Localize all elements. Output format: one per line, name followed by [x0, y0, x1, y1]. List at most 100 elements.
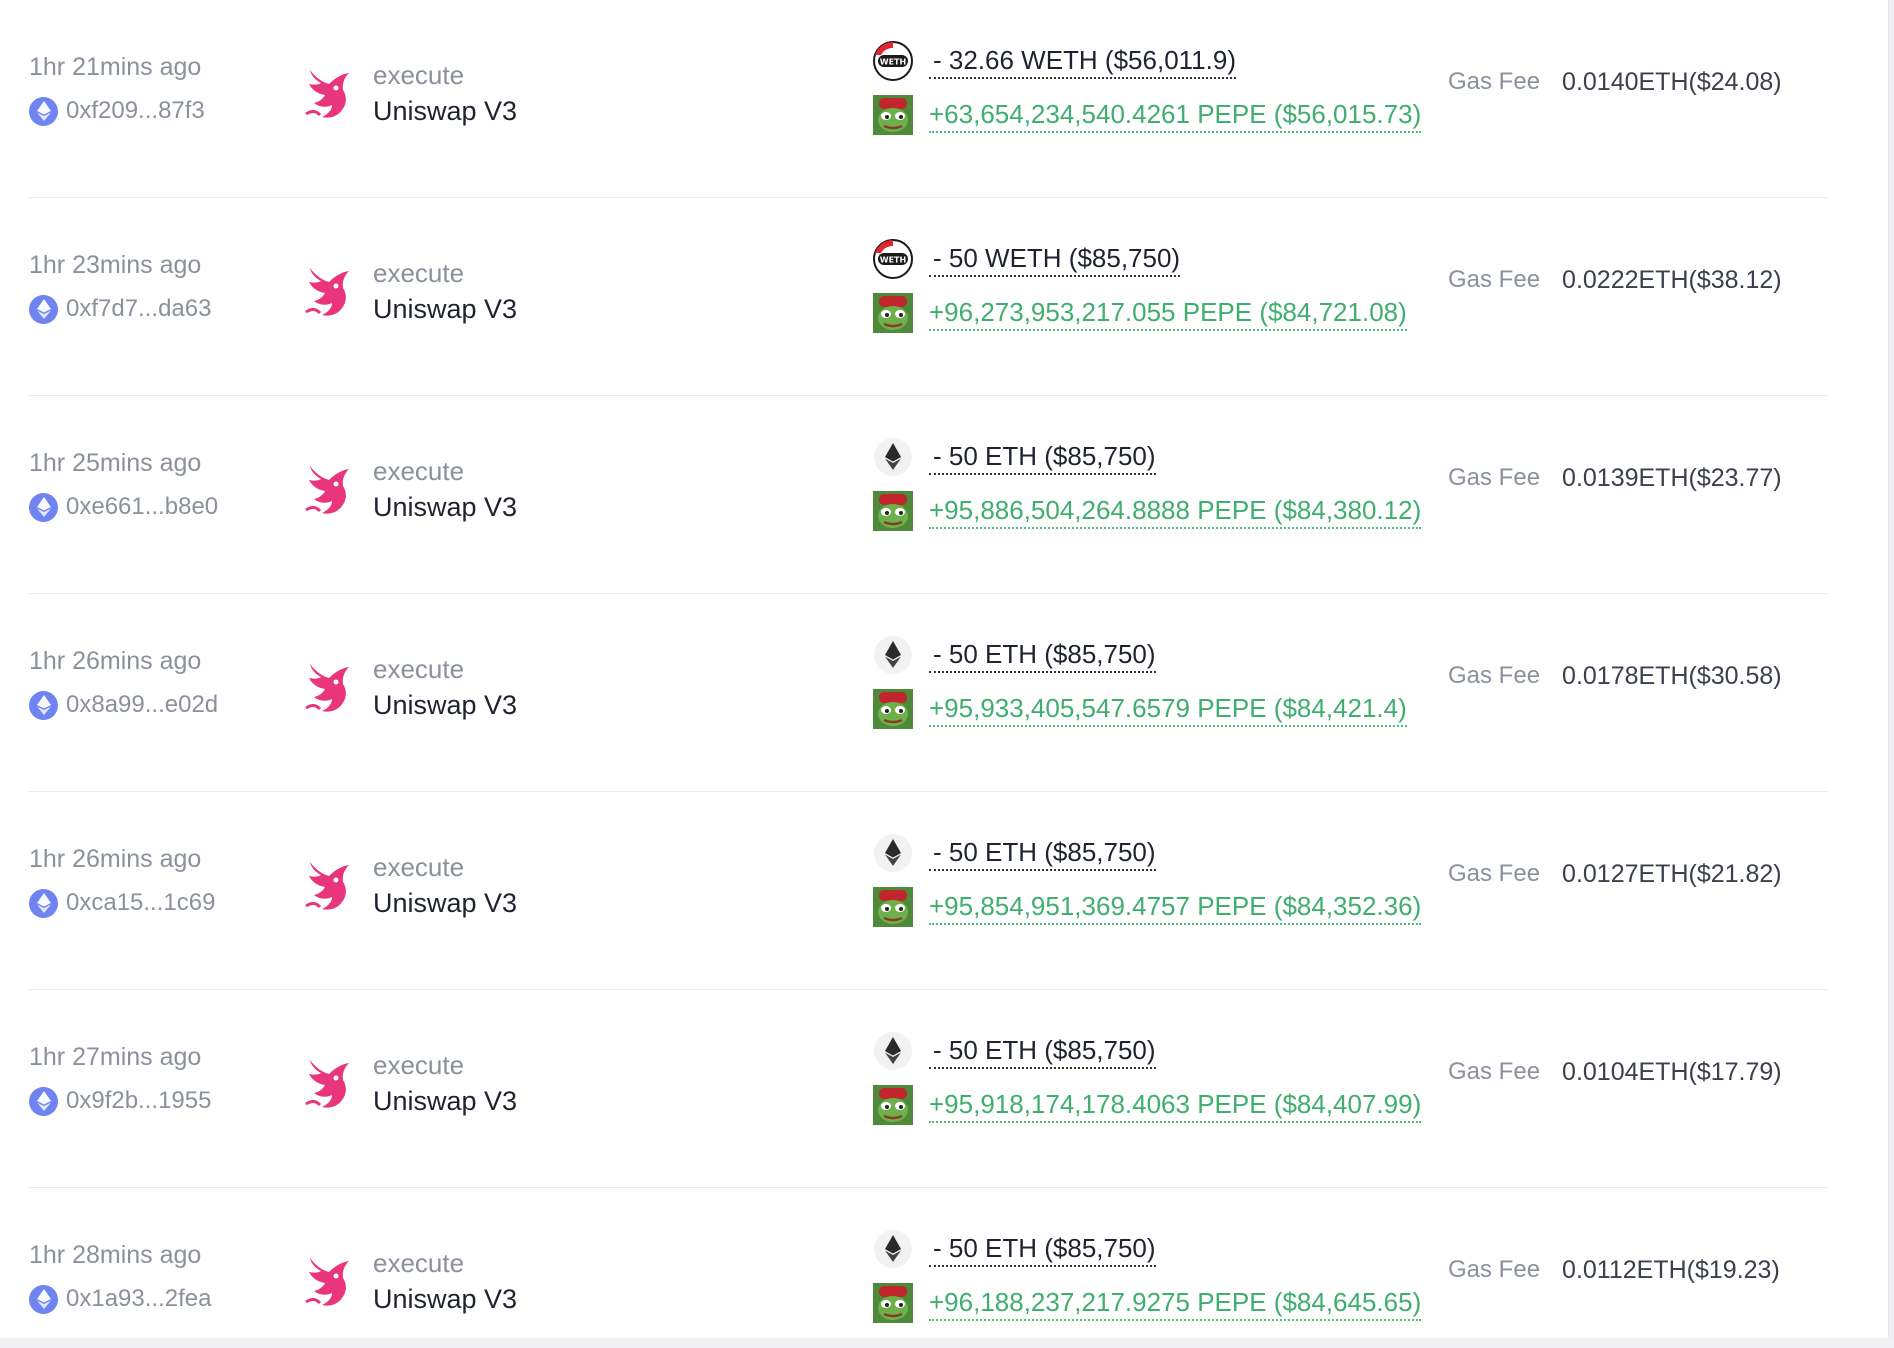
tx-hash-link[interactable]: 0xca15...1c69 [66, 888, 215, 918]
tx-hash-link[interactable]: 0x8a99...e02d [66, 690, 218, 720]
token-out-line: - 50 ETH ($85,750) [873, 1226, 1421, 1272]
token-in-line: +63,654,234,540.4261 PEPE ($56,015.73) [873, 92, 1422, 138]
horizontal-scrollbar[interactable] [0, 1338, 1894, 1348]
gas-fee-value: 0.0140ETH($24.08) [1562, 68, 1782, 96]
gas-fee-value: 0.0222ETH($38.12) [1562, 266, 1782, 294]
method-name: execute [373, 258, 465, 288]
protocol-name[interactable]: Uniswap V3 [373, 688, 517, 722]
token-out-amount[interactable]: - 32.66 WETH ($56,011.9) [929, 44, 1236, 79]
protocol-name[interactable]: Uniswap V3 [373, 1084, 517, 1118]
token-out-amount[interactable]: - 50 ETH ($85,750) [929, 440, 1156, 475]
time-ago: 1hr 21mins ago [29, 53, 202, 81]
transaction-row[interactable]: 1hr 26mins ago 0x8a99...e02d execute Uni… [29, 594, 1828, 792]
token-out-line: WETH - 50 WETH ($85,750) [873, 236, 1407, 282]
token-in-line: +96,188,237,217.9275 PEPE ($84,645.65) [873, 1280, 1422, 1326]
token-in-line: +96,273,953,217.055 PEPE ($84,721.08) [873, 290, 1407, 336]
time-ago: 1hr 27mins ago [29, 1043, 202, 1071]
protocol-column: execute Uniswap V3 [302, 852, 517, 920]
token-out-amount[interactable]: - 50 ETH ($85,750) [929, 836, 1156, 871]
gas-column: Gas Fee 0.0178ETH($30.58) [1448, 661, 1782, 691]
uniswap-unicorn-icon [302, 856, 352, 914]
gas-column: Gas Fee 0.0139ETH($23.77) [1448, 463, 1782, 493]
token-in-amount[interactable]: +96,273,953,217.055 PEPE ($84,721.08) [929, 296, 1407, 331]
ethereum-chain-icon [29, 690, 58, 720]
token-out-amount[interactable]: - 50 WETH ($85,750) [929, 242, 1181, 277]
tx-hash-line: 0xe661...b8e0 [29, 492, 218, 522]
gas-fee-label: Gas Fee [1448, 860, 1541, 887]
protocol-name[interactable]: Uniswap V3 [373, 490, 517, 524]
token-out-amount[interactable]: - 50 ETH ($85,750) [929, 638, 1156, 673]
gas-fee-label: Gas Fee [1448, 68, 1541, 95]
transaction-row[interactable]: 1hr 26mins ago 0xca15...1c69 execute Uni… [29, 792, 1828, 990]
protocol-name[interactable]: Uniswap V3 [373, 292, 517, 326]
transaction-row[interactable]: 1hr 28mins ago 0x1a93...2fea execute Uni… [29, 1188, 1828, 1348]
protocol-column: execute Uniswap V3 [302, 258, 517, 326]
method-name: execute [373, 1050, 465, 1080]
token-transfers: - 50 ETH ($85,750) +96,188,237,217.9275 … [873, 1226, 1422, 1326]
time-column: 1hr 23mins ago 0xf7d7...da63 [29, 250, 211, 324]
tx-hash-link[interactable]: 0xf7d7...da63 [66, 294, 211, 324]
method-name: execute [373, 60, 465, 90]
time-ago: 1hr 26mins ago [29, 845, 202, 873]
time-column: 1hr 28mins ago 0x1a93...2fea [29, 1240, 211, 1314]
ethereum-chain-icon [29, 96, 58, 126]
uniswap-unicorn-icon [302, 460, 352, 518]
token-in-amount[interactable]: +95,886,504,264.8888 PEPE ($84,380.12) [929, 494, 1422, 529]
gas-fee-label: Gas Fee [1448, 1256, 1541, 1283]
protocol-name[interactable]: Uniswap V3 [373, 886, 517, 920]
token-in-amount[interactable]: +96,188,237,217.9275 PEPE ($84,645.65) [929, 1286, 1422, 1321]
transaction-row[interactable]: 1hr 21mins ago 0xf209...87f3 execute Uni… [29, 0, 1828, 198]
pepe-token-icon [873, 689, 913, 729]
token-in-amount[interactable]: +95,918,174,178.4063 PEPE ($84,407.99) [929, 1088, 1422, 1123]
time-column: 1hr 26mins ago 0xca15...1c69 [29, 844, 215, 918]
token-out-amount[interactable]: - 50 ETH ($85,750) [929, 1034, 1156, 1069]
transaction-row[interactable]: 1hr 27mins ago 0x9f2b...1955 execute Uni… [29, 990, 1828, 1188]
time-column: 1hr 27mins ago 0x9f2b...1955 [29, 1042, 211, 1116]
time-ago: 1hr 23mins ago [29, 251, 202, 279]
ethereum-chain-icon [29, 492, 58, 522]
token-in-amount[interactable]: +63,654,234,540.4261 PEPE ($56,015.73) [929, 98, 1422, 133]
pepe-token-icon [873, 293, 913, 333]
pepe-token-icon [873, 887, 913, 927]
ethereum-chain-icon [29, 888, 58, 918]
eth-icon [873, 635, 913, 675]
weth-icon: WETH [873, 239, 913, 279]
token-transfers: - 50 ETH ($85,750) +95,933,405,547.6579 … [873, 632, 1407, 732]
transaction-row[interactable]: 1hr 25mins ago 0xe661...b8e0 execute Uni… [29, 396, 1828, 594]
token-in-line: +95,933,405,547.6579 PEPE ($84,421.4) [873, 686, 1407, 732]
tx-hash-link[interactable]: 0xe661...b8e0 [66, 492, 218, 522]
method-name: execute [373, 456, 465, 486]
vertical-scrollbar[interactable] [1888, 0, 1894, 1348]
gas-column: Gas Fee 0.0140ETH($24.08) [1448, 67, 1782, 97]
uniswap-unicorn-icon [302, 1252, 352, 1310]
gas-fee-value: 0.0112ETH($19.23) [1562, 1256, 1780, 1284]
eth-icon [873, 1229, 913, 1269]
eth-icon [873, 437, 913, 477]
token-out-amount[interactable]: - 50 ETH ($85,750) [929, 1232, 1156, 1267]
token-in-amount[interactable]: +95,854,951,369.4757 PEPE ($84,352.36) [929, 890, 1422, 925]
token-transfers: WETH - 50 WETH ($85,750) +96,273,953,217… [873, 236, 1407, 336]
gas-fee-label: Gas Fee [1448, 464, 1541, 491]
pepe-token-icon [873, 1283, 913, 1323]
protocol-name[interactable]: Uniswap V3 [373, 94, 517, 128]
token-transfers: WETH - 32.66 WETH ($56,011.9) +63,654,23… [873, 38, 1422, 138]
uniswap-unicorn-icon [302, 64, 352, 122]
token-out-line: - 50 ETH ($85,750) [873, 1028, 1421, 1074]
protocol-name[interactable]: Uniswap V3 [373, 1282, 517, 1316]
transaction-row[interactable]: 1hr 23mins ago 0xf7d7...da63 execute Uni… [29, 198, 1828, 396]
ethereum-chain-icon [29, 1284, 58, 1314]
token-in-line: +95,886,504,264.8888 PEPE ($84,380.12) [873, 488, 1422, 534]
gas-column: Gas Fee 0.0222ETH($38.12) [1448, 265, 1782, 295]
gas-fee-value: 0.0139ETH($23.77) [1562, 464, 1782, 492]
token-out-line: - 50 ETH ($85,750) [873, 632, 1407, 678]
tx-hash-link[interactable]: 0x1a93...2fea [66, 1284, 211, 1314]
gas-fee-value: 0.0104ETH($17.79) [1562, 1058, 1782, 1086]
uniswap-unicorn-icon [302, 658, 352, 716]
tx-hash-link[interactable]: 0xf209...87f3 [66, 96, 205, 126]
token-out-line: - 50 ETH ($85,750) [873, 434, 1421, 480]
svg-text:WETH: WETH [880, 256, 906, 265]
tx-hash-link[interactable]: 0x9f2b...1955 [66, 1086, 211, 1116]
svg-text:WETH: WETH [880, 58, 906, 67]
token-in-amount[interactable]: +95,933,405,547.6579 PEPE ($84,421.4) [929, 692, 1407, 727]
pepe-token-icon [873, 1085, 913, 1125]
